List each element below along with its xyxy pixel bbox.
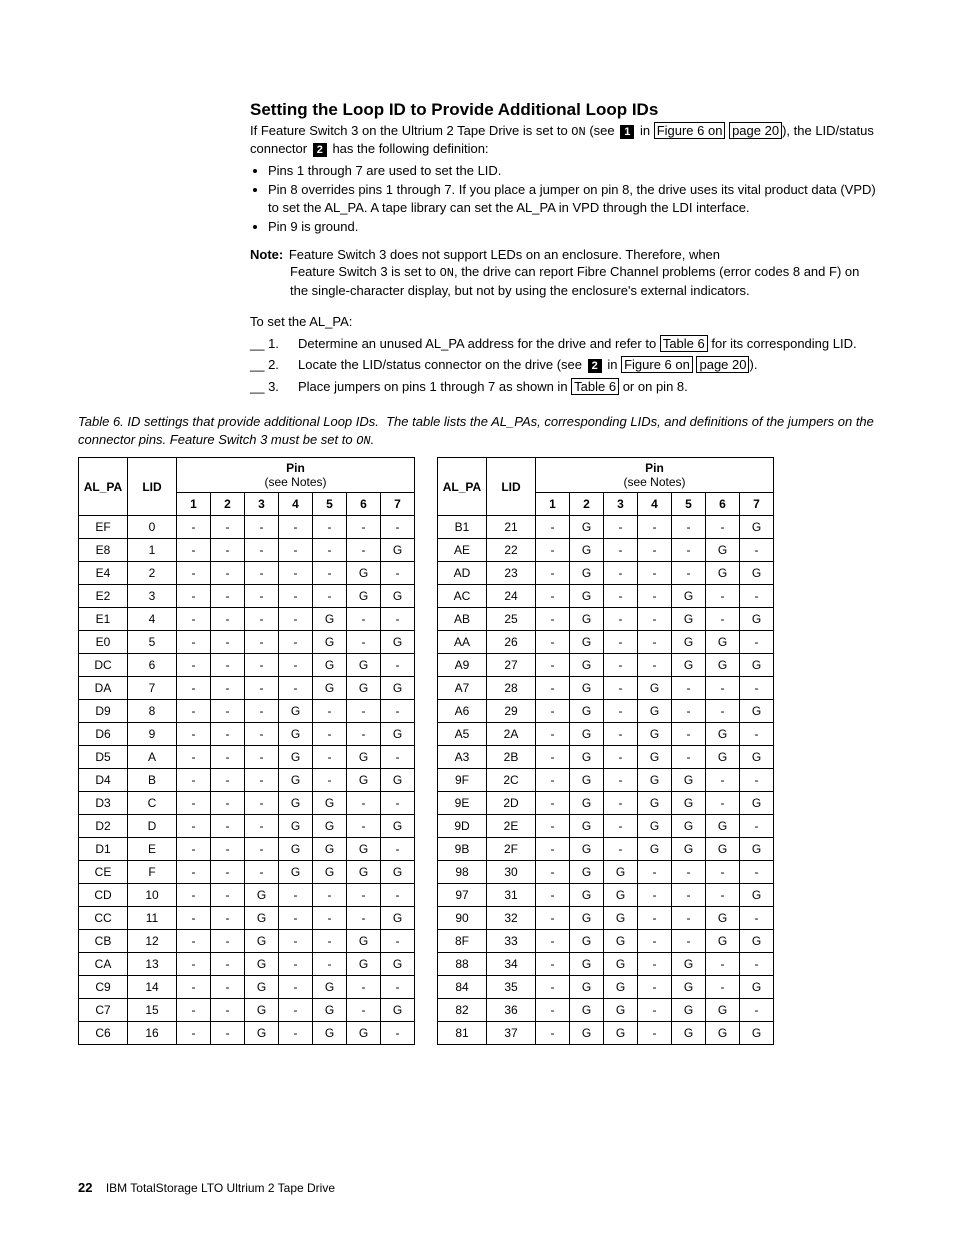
- col-pin-4: 4: [638, 493, 672, 516]
- table-row: E23-----GG: [79, 585, 415, 608]
- loop-id-table-right: AL_PALIDPin(see Notes)1234567B121-G----G…: [437, 457, 774, 1045]
- table-row: AE22-G---G-: [438, 539, 774, 562]
- col-lid: LID: [487, 458, 536, 516]
- link-figure-6[interactable]: Figure 6 on: [654, 122, 726, 139]
- table-row: A52A-G-G-G-: [438, 723, 774, 746]
- table-row: D69---G--G: [79, 723, 415, 746]
- table-row: A927-G--GGG: [438, 654, 774, 677]
- col-pin-1: 1: [177, 493, 211, 516]
- table-row: 9830-GG----: [438, 861, 774, 884]
- link-page-20[interactable]: page 20: [729, 122, 782, 139]
- table-row: CC11--G---G: [79, 907, 415, 930]
- table-row: D98---G---: [79, 700, 415, 723]
- col-pin-1: 1: [536, 493, 570, 516]
- table-row: CD10--G----: [79, 884, 415, 907]
- table-row: AB25-G--G-G: [438, 608, 774, 631]
- col-pin-4: 4: [279, 493, 313, 516]
- table-row: 8137-GG-GGG: [438, 1022, 774, 1045]
- table-row: 9E2D-G-GG-G: [438, 792, 774, 815]
- col-pin-5: 5: [672, 493, 706, 516]
- table-row: 9F2C-G-GG--: [438, 769, 774, 792]
- table-row: A629-G-G--G: [438, 700, 774, 723]
- col-pin-5: 5: [313, 493, 347, 516]
- col-pin-7: 7: [740, 493, 774, 516]
- table-row: B121-G----G: [438, 516, 774, 539]
- table-row: 8834-GG-G--: [438, 953, 774, 976]
- table-row: A728-G-G---: [438, 677, 774, 700]
- link-page-20[interactable]: page 20: [696, 356, 749, 373]
- table-row: 9B2F-G-GGGG: [438, 838, 774, 861]
- col-pin-6: 6: [347, 493, 381, 516]
- section-heading: Setting the Loop ID to Provide Additiona…: [250, 100, 876, 120]
- table-row: D4B---G-GG: [79, 769, 415, 792]
- page-number: 22: [78, 1180, 92, 1195]
- col-pin-2: 2: [570, 493, 604, 516]
- bullet-item: Pin 8 overrides pins 1 through 7. If you…: [268, 181, 876, 216]
- table-row: 9032-GG--G-: [438, 907, 774, 930]
- table-row: D1E---GGG-: [79, 838, 415, 861]
- table-row: AA26-G--GG-: [438, 631, 774, 654]
- table-row: EF0-------: [79, 516, 415, 539]
- bullet-item: Pin 9 is ground.: [268, 218, 876, 236]
- to-set-label: To set the AL_PA:: [250, 313, 876, 331]
- table-row: 8F33-GG--GG: [438, 930, 774, 953]
- table-row: C715--G-G-G: [79, 999, 415, 1022]
- table-row: E05----G-G: [79, 631, 415, 654]
- table-row: 8236-GG-GG-: [438, 999, 774, 1022]
- callout-1-icon: 1: [620, 125, 634, 139]
- col-pin-7: 7: [381, 493, 415, 516]
- intro-paragraph: If Feature Switch 3 on the Ultrium 2 Tap…: [250, 122, 876, 158]
- table-caption: Table 6. ID settings that provide additi…: [78, 413, 876, 449]
- link-table-6[interactable]: Table 6: [571, 378, 619, 395]
- col-pin-3: 3: [245, 493, 279, 516]
- note-label: Note:: [250, 247, 283, 262]
- page-footer: 22 IBM TotalStorage LTO Ultrium 2 Tape D…: [78, 1180, 335, 1195]
- table-row: D5A---G-G-: [79, 746, 415, 769]
- table-row: E42-----G-: [79, 562, 415, 585]
- link-figure-6[interactable]: Figure 6 on: [621, 356, 693, 373]
- callout-2-icon: 2: [588, 359, 602, 373]
- col-pin: Pin(see Notes): [536, 458, 774, 493]
- note-body: Feature Switch 3 does not support LEDs o…: [289, 247, 720, 262]
- bullet-item: Pins 1 through 7 are used to set the LID…: [268, 162, 876, 180]
- table-row: C616--G-GG-: [79, 1022, 415, 1045]
- definition-list: Pins 1 through 7 are used to set the LID…: [250, 162, 876, 236]
- col-pin-6: 6: [706, 493, 740, 516]
- table-row: E14----G--: [79, 608, 415, 631]
- note-block: Note: Feature Switch 3 does not support …: [250, 246, 876, 299]
- table-row: D3C---GG--: [79, 792, 415, 815]
- step-item: __ 1. Determine an unused AL_PA address …: [250, 335, 876, 353]
- footer-title: IBM TotalStorage LTO Ultrium 2 Tape Driv…: [106, 1181, 335, 1195]
- table-row: CB12--G--G-: [79, 930, 415, 953]
- col-pin: Pin(see Notes): [177, 458, 415, 493]
- col-alpa: AL_PA: [79, 458, 128, 516]
- table-row: E81------G: [79, 539, 415, 562]
- steps-list: __ 1. Determine an unused AL_PA address …: [250, 335, 876, 396]
- table-row: CA13--G--GG: [79, 953, 415, 976]
- col-pin-3: 3: [604, 493, 638, 516]
- table-row: AD23-G---GG: [438, 562, 774, 585]
- table-row: DC6----GG-: [79, 654, 415, 677]
- table-row: AC24-G--G--: [438, 585, 774, 608]
- step-item: __ 2. Locate the LID/status connector on…: [250, 356, 876, 374]
- col-pin-2: 2: [211, 493, 245, 516]
- table-row: CEF---GGGG: [79, 861, 415, 884]
- table-row: DA7----GGG: [79, 677, 415, 700]
- step-item: __ 3. Place jumpers on pins 1 through 7 …: [250, 378, 876, 396]
- table-row: A32B-G-G-GG: [438, 746, 774, 769]
- table-row: 9731-GG---G: [438, 884, 774, 907]
- table-row: D2D---GG-G: [79, 815, 415, 838]
- loop-id-table-left: AL_PALIDPin(see Notes)1234567EF0-------E…: [78, 457, 415, 1045]
- col-alpa: AL_PA: [438, 458, 487, 516]
- table-row: 9D2E-G-GGG-: [438, 815, 774, 838]
- table-row: C914--G-G--: [79, 976, 415, 999]
- callout-2-icon: 2: [313, 143, 327, 157]
- link-table-6[interactable]: Table 6: [660, 335, 708, 352]
- col-lid: LID: [128, 458, 177, 516]
- table-row: 8435-GG-G-G: [438, 976, 774, 999]
